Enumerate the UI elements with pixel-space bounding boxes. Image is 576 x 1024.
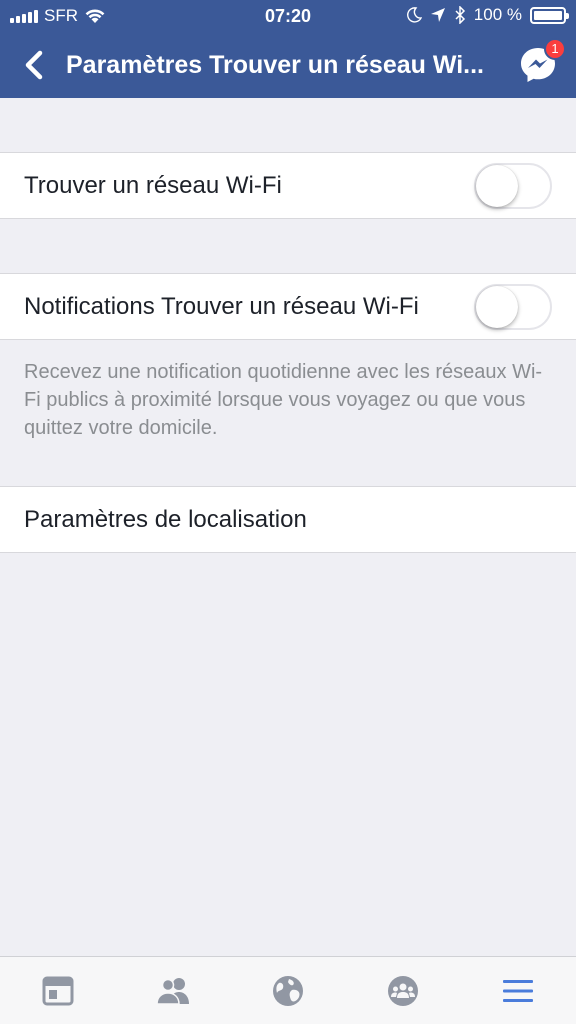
moon-icon bbox=[406, 7, 422, 23]
status-bar: SFR 07:20 100 % bbox=[0, 0, 576, 34]
toggle-knob bbox=[476, 286, 518, 328]
location-arrow-icon bbox=[430, 8, 445, 22]
groups-icon bbox=[388, 976, 418, 1006]
notifications-label: Notifications Trouver un réseau Wi-Fi bbox=[24, 293, 419, 320]
location-settings-row[interactable]: Paramètres de localisation bbox=[0, 486, 576, 553]
status-right: 100 % bbox=[406, 5, 569, 25]
tab-news-feed[interactable] bbox=[40, 973, 76, 1009]
find-wifi-row: Trouver un réseau Wi-Fi bbox=[0, 152, 576, 219]
bluetooth-icon bbox=[455, 6, 465, 24]
tab-menu[interactable] bbox=[500, 973, 536, 1009]
battery-percent: 100 % bbox=[473, 5, 522, 24]
notifications-toggle[interactable] bbox=[474, 284, 552, 330]
tab-bar bbox=[0, 956, 576, 1024]
notifications-description: Recevez une notification quotidienne ave… bbox=[24, 361, 543, 439]
page-title: Paramètres Trouver un réseau Wi... bbox=[66, 51, 485, 79]
find-wifi-label: Trouver un réseau Wi-Fi bbox=[24, 172, 282, 199]
find-wifi-toggle[interactable] bbox=[474, 163, 552, 209]
back-button[interactable] bbox=[18, 48, 52, 82]
battery-icon bbox=[530, 6, 569, 24]
tab-friends[interactable] bbox=[155, 973, 191, 1009]
toggle-knob bbox=[476, 165, 518, 207]
nav-bar: Paramètres Trouver un réseau Wi... 1 bbox=[0, 34, 576, 98]
globe-icon bbox=[273, 976, 303, 1006]
friends-icon bbox=[156, 978, 189, 1005]
chevron-left-icon bbox=[25, 50, 43, 80]
news-feed-icon bbox=[42, 976, 74, 1006]
location-settings-label: Paramètres de localisation bbox=[24, 506, 307, 533]
header: SFR 07:20 100 % Paramètres Trouver un ré… bbox=[0, 0, 576, 98]
tab-groups[interactable] bbox=[385, 973, 421, 1009]
tab-notifications[interactable] bbox=[270, 973, 306, 1009]
menu-icon bbox=[503, 980, 533, 1002]
notifications-row: Notifications Trouver un réseau Wi-Fi bbox=[0, 273, 576, 340]
messenger-button[interactable]: 1 bbox=[516, 38, 566, 86]
notification-badge: 1 bbox=[544, 38, 566, 60]
